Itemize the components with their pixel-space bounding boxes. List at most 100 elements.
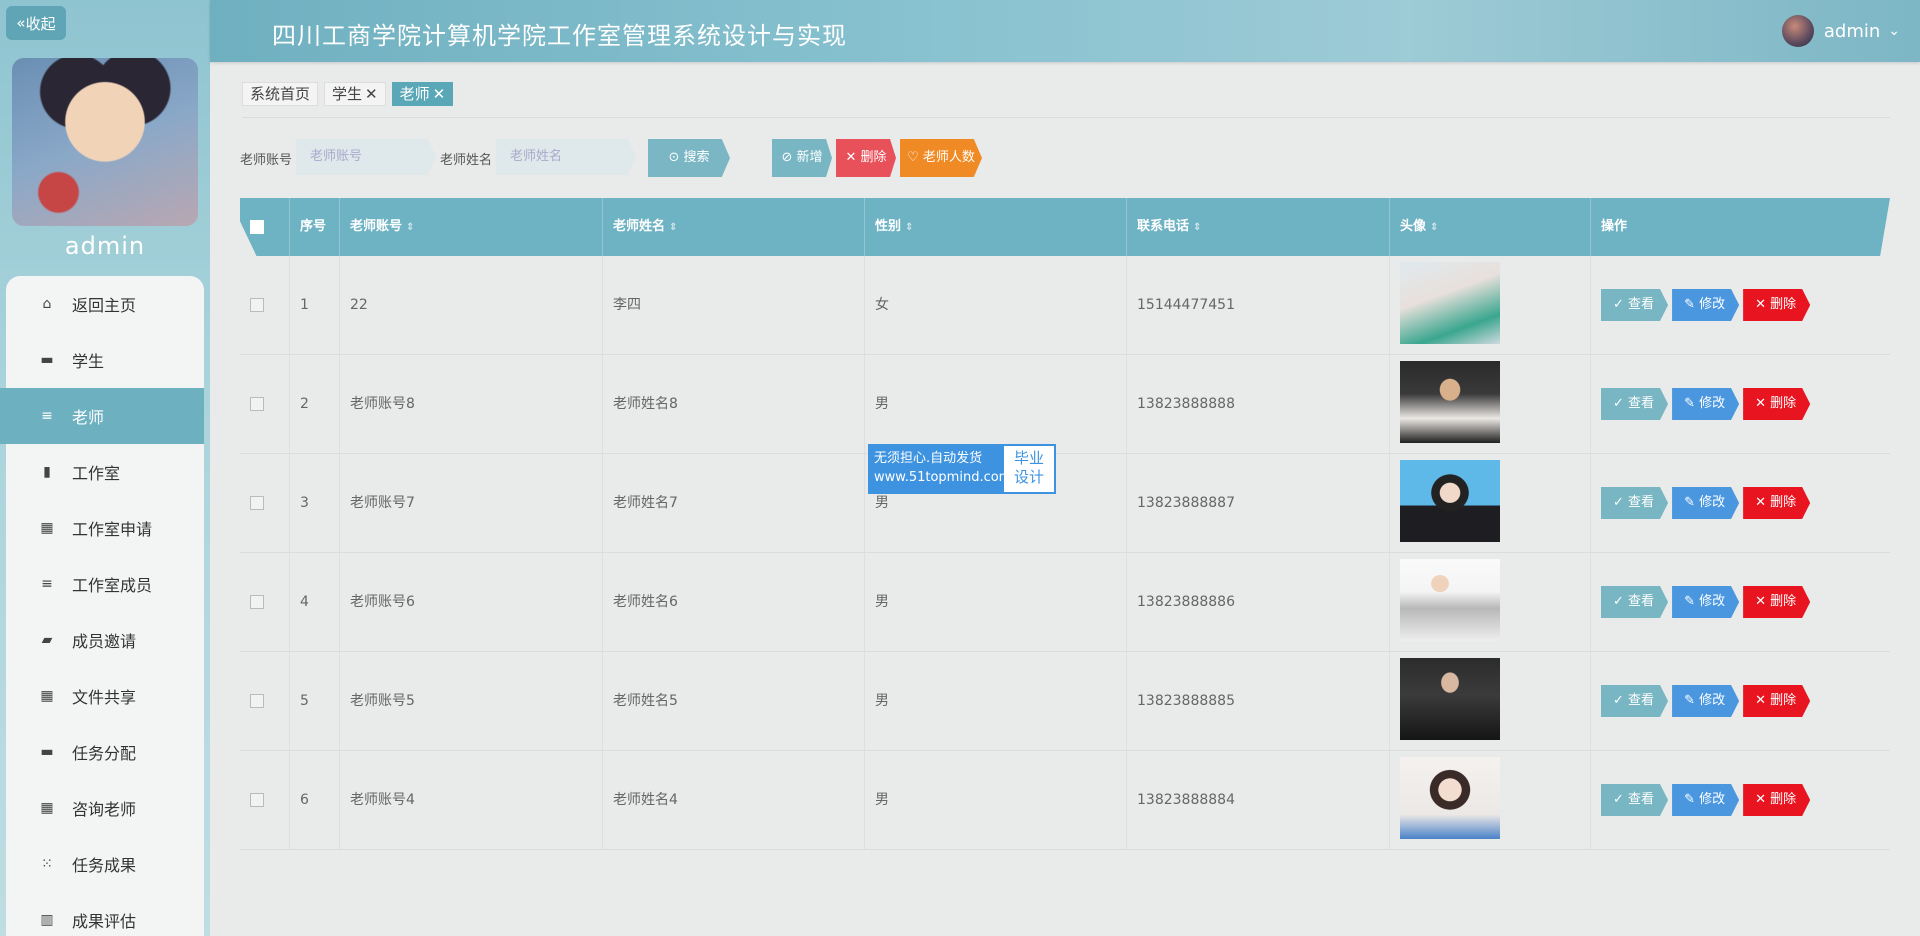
monitor-icon: ▬: [40, 744, 54, 760]
view-button[interactable]: ✓ 查看: [1601, 289, 1669, 321]
collapse-button[interactable]: « 收起: [6, 6, 66, 40]
watermark-text: 毕业: [1013, 449, 1044, 467]
row-checkbox[interactable]: [250, 793, 264, 807]
row-checkbox[interactable]: [250, 694, 264, 708]
check-circle-icon: ⊘: [781, 150, 793, 165]
view-button[interactable]: ✓ 查看: [1601, 388, 1669, 420]
sidebar-item-task-results[interactable]: ⁙ 任务成果: [6, 836, 204, 892]
close-icon: ✕: [1755, 297, 1767, 312]
edit-button[interactable]: ✎ 修改: [1672, 586, 1740, 618]
edit-button[interactable]: ✎ 修改: [1672, 388, 1740, 420]
cell-account: 老师账号5: [340, 652, 603, 750]
apps-icon: ⁙: [41, 856, 53, 872]
account-search-input[interactable]: 老师账号: [296, 139, 436, 175]
view-button[interactable]: ✓ 查看: [1601, 685, 1669, 717]
tab-students[interactable]: 学生 ✕: [324, 82, 386, 106]
close-icon[interactable]: ✕: [433, 85, 446, 103]
cell-phone: 13823888884: [1127, 751, 1390, 849]
tab-label: 系统首页: [250, 85, 311, 103]
cell-account: 老师账号6: [340, 553, 603, 651]
delete-row-button[interactable]: ✕ 删除: [1743, 388, 1811, 420]
teacher-photo: [1400, 361, 1500, 443]
user-menu[interactable]: admin ⌄: [1781, 15, 1900, 47]
delete-row-button[interactable]: ✕ 删除: [1743, 487, 1811, 519]
sidebar-item-label: 老师: [72, 408, 105, 427]
select-all-checkbox[interactable]: [240, 198, 290, 256]
edit-button[interactable]: ✎ 修改: [1672, 487, 1740, 519]
sidebar-item-label: 任务成果: [72, 856, 137, 875]
row-checkbox[interactable]: [250, 595, 264, 609]
cell-account: 老师账号4: [340, 751, 603, 849]
close-icon: ✕: [1755, 495, 1767, 510]
search-button[interactable]: ⊙ 搜索: [648, 139, 730, 177]
sidebar-item-task-assign[interactable]: ▬ 任务分配: [6, 724, 204, 780]
column-header: 序号: [290, 198, 340, 256]
view-button[interactable]: ✓ 查看: [1601, 586, 1669, 618]
delete-row-button[interactable]: ✕ 删除: [1743, 586, 1811, 618]
view-button[interactable]: ✓ 查看: [1601, 784, 1669, 816]
sidebar-menu: ⌂ 返回主页 ▬ 学生 ≡ 老师 ▮ 工作室 ▦ 工作室申请 ≡ 工作室成员 ▰…: [0, 276, 204, 936]
cell-phone: 13823888886: [1127, 553, 1390, 651]
view-button[interactable]: ✓ 查看: [1601, 487, 1669, 519]
delete-button[interactable]: ✕ 删除: [836, 139, 896, 177]
column-header[interactable]: 性别 ⇕: [865, 198, 1127, 256]
grid-icon: ▦: [40, 520, 54, 536]
cell-gender: 男: [865, 355, 1127, 453]
column-header[interactable]: 头像 ⇕: [1390, 198, 1591, 256]
sidebar-item-label: 咨询老师: [72, 800, 137, 819]
row-checkbox[interactable]: [250, 496, 264, 510]
delete-row-button[interactable]: ✕ 删除: [1743, 685, 1811, 717]
sidebar-item-file-share[interactable]: ▦ 文件共享: [6, 668, 204, 724]
cell-account: 老师账号7: [340, 454, 603, 552]
column-header[interactable]: 老师姓名 ⇕: [603, 198, 865, 256]
edit-button[interactable]: ✎ 修改: [1672, 784, 1740, 816]
delete-row-button[interactable]: ✕ 删除: [1743, 289, 1811, 321]
sidebar-item-home[interactable]: ⌂ 返回主页: [6, 276, 204, 332]
sort-icon: ⇕: [905, 222, 914, 233]
cell-phone: 13823888885: [1127, 652, 1390, 750]
name-search-input[interactable]: 老师姓名: [496, 139, 636, 175]
sort-icon: ⇕: [406, 222, 415, 233]
cell-name: 老师姓名7: [603, 454, 865, 552]
bar-chart-icon: ▥: [40, 912, 54, 928]
sidebar-item-consult-teacher[interactable]: ▦ 咨询老师: [6, 780, 204, 836]
sidebar-item-teachers[interactable]: ≡ 老师: [0, 388, 204, 444]
sidebar-item-students[interactable]: ▬ 学生: [6, 332, 204, 388]
table-row: 6 老师账号4 老师姓名4 男 13823888884 ✓ 查看 ✎ 修改 ✕ 删除: [240, 751, 1890, 850]
column-header[interactable]: 联系电话 ⇕: [1127, 198, 1390, 256]
main-content: 系统首页 学生 ✕ 老师 ✕ 老师账号 老师账号 老师姓名 老师姓名 ⊙ 搜索 ⊘ …: [210, 62, 1920, 936]
close-icon[interactable]: ✕: [365, 85, 378, 103]
cell-index: 2: [290, 355, 340, 453]
row-checkbox[interactable]: [250, 397, 264, 411]
sidebar-item-result-evaluation[interactable]: ▥ 成果评估: [6, 892, 204, 936]
cell-index: 3: [290, 454, 340, 552]
sidebar-item-member-invite[interactable]: ▰ 成员邀请: [6, 612, 204, 668]
table-row: 2 老师账号8 老师姓名8 男 13823888888 ✓ 查看 ✎ 修改 ✕ 删除: [240, 355, 1890, 454]
double-chevron-left-icon: «: [16, 14, 26, 32]
column-header: 操作: [1601, 219, 1628, 234]
tab-teachers[interactable]: 老师 ✕: [391, 82, 454, 106]
row-checkbox[interactable]: [250, 298, 264, 312]
teacher-count-button[interactable]: ♡ 老师人数: [900, 139, 982, 177]
edit-button[interactable]: ✎ 修改: [1672, 289, 1740, 321]
sidebar-item-label: 任务分配: [72, 744, 137, 763]
sidebar-item-studio[interactable]: ▮ 工作室: [6, 444, 204, 500]
add-button[interactable]: ⊘ 新增: [772, 139, 832, 177]
cell-name: 老师姓名6: [603, 553, 865, 651]
teacher-photo: [1400, 658, 1500, 740]
account-label: 老师账号: [240, 153, 293, 168]
user-name: admin: [1823, 20, 1881, 42]
grid-icon: ▦: [40, 688, 54, 704]
cell-index: 5: [290, 652, 340, 750]
check-icon: ✓: [1613, 297, 1624, 312]
column-header[interactable]: 老师账号 ⇕: [340, 198, 603, 256]
avatar: [1781, 15, 1814, 47]
tab-home[interactable]: 系统首页: [242, 82, 319, 106]
sort-icon: ⇕: [669, 222, 678, 233]
delete-row-button[interactable]: ✕ 删除: [1743, 784, 1811, 816]
sidebar-item-studio-application[interactable]: ▦ 工作室申请: [6, 500, 204, 556]
edit-button[interactable]: ✎ 修改: [1672, 685, 1740, 717]
close-icon: ✕: [1755, 396, 1767, 411]
sidebar-item-studio-members[interactable]: ≡ 工作室成员: [6, 556, 204, 612]
cell-index: 6: [290, 751, 340, 849]
